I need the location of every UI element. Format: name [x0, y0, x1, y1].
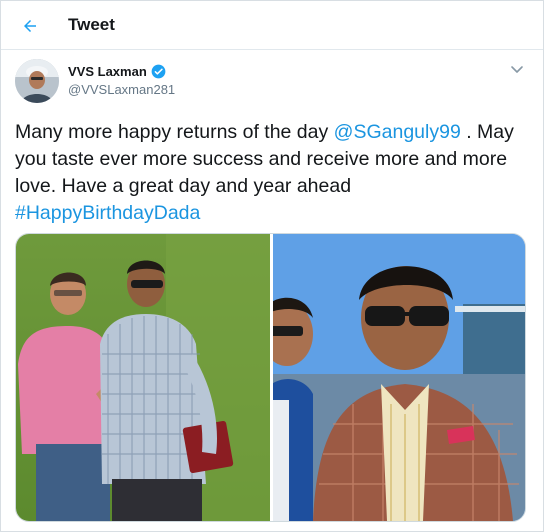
avatar[interactable]	[15, 59, 59, 103]
author-display-name[interactable]: VVS Laxman	[68, 64, 147, 79]
author-name-row: VVS Laxman	[68, 64, 166, 79]
tweet-text: Many more happy returns of the day @SGan…	[15, 119, 531, 227]
tweet-media	[15, 233, 526, 522]
author-handle[interactable]: @VVSLaxman281	[68, 82, 175, 97]
tweet-text-part-1: Many more happy returns of the day	[15, 121, 334, 143]
back-button[interactable]	[15, 11, 45, 41]
verified-badge-icon	[151, 64, 166, 79]
page-title: Tweet	[68, 15, 115, 34]
arrow-left-icon	[24, 20, 36, 32]
tweet-photo-1[interactable]	[16, 234, 270, 521]
page-header: Tweet	[1, 1, 543, 50]
tweet-page: Tweet VVS Laxman @VVSLaxman281 Many more…	[0, 0, 544, 532]
tweet-photo-2[interactable]	[273, 234, 525, 521]
chevron-down-icon[interactable]	[507, 61, 527, 79]
hashtag-link[interactable]: #HappyBirthdayDada	[15, 202, 200, 224]
mention-link[interactable]: @SGanguly99	[334, 121, 461, 143]
